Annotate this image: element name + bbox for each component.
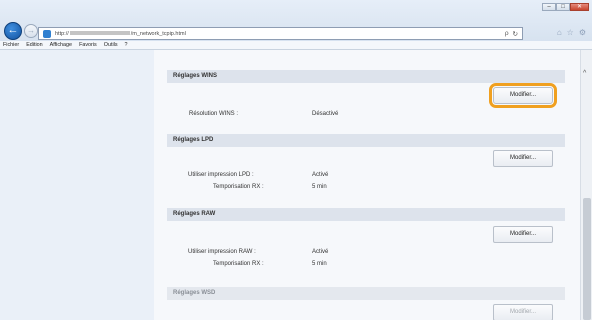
section-header-wins: Réglages WINS [167,70,565,83]
forward-arrow-icon[interactable]: → [24,24,38,38]
wins-resolution-label: Résolution WINS : [189,111,239,117]
scroll-up-arrow-icon[interactable]: ^ [583,70,586,77]
lpd-timeout-value: 5 min [312,184,327,190]
scrollbar-thumb[interactable] [583,198,591,320]
search-icon[interactable]: ρ [505,30,509,38]
browser-toolbar-icons: ⌂ ☆ ⚙ [557,28,586,37]
menu-bar: Fichier Edition Affichage Favoris Outils… [0,41,592,50]
back-arrow-icon[interactable]: ← [4,22,22,40]
lpd-modify-button[interactable]: Modifier... [493,150,553,167]
raw-timeout-value: 5 min [312,261,327,267]
close-button[interactable]: ✕ [570,3,589,11]
settings-page: Réglages WINS Modifier... Résolution WIN… [154,50,580,320]
refresh-icon[interactable]: ↻ [513,30,518,38]
minimize-button[interactable]: – [542,3,556,11]
navigation-buttons: ← → [4,22,38,40]
menu-item-fichier[interactable]: Fichier [3,41,19,49]
maximize-button[interactable]: □ [556,3,570,11]
address-bar[interactable]: http:///m_network_tcpip.html ρ ↻ [38,27,523,40]
address-url: http:///m_network_tcpip.html [55,30,186,37]
lpd-use-value: Activé [312,172,329,178]
section-header-raw: Réglages RAW [167,208,565,221]
menu-item-outils[interactable]: Outils [104,41,118,49]
browser-chrome: – □ ✕ ← → http:///m_network_tcpip.html ρ… [0,0,592,50]
wins-resolution-value: Désactivé [312,111,339,117]
menu-item-favoris[interactable]: Favoris [79,41,97,49]
menu-item-help[interactable]: ? [125,41,128,49]
section-header-wsd: Réglages WSD [167,287,565,300]
settings-gear-icon[interactable]: ⚙ [579,28,586,37]
raw-use-value: Activé [312,249,329,255]
lpd-use-label: Utiliser impression LPD : [188,172,254,178]
page-icon [43,29,51,38]
raw-modify-button[interactable]: Modifier... [493,226,553,243]
favorites-star-icon[interactable]: ☆ [567,28,574,37]
wins-modify-button[interactable]: Modifier... [489,83,557,108]
raw-use-label: Utiliser impression RAW : [188,249,256,255]
menu-item-affichage[interactable]: Affichage [50,41,72,49]
raw-timeout-label: Temporisation RX : [213,261,264,267]
window-controls: – □ ✕ [542,3,589,11]
wsd-modify-button[interactable]: Modifier... [493,304,553,320]
vertical-scrollbar[interactable]: ^ [580,50,592,320]
home-icon[interactable]: ⌂ [557,28,562,37]
section-header-lpd: Réglages LPD [167,134,565,147]
menu-item-edition[interactable]: Edition [26,41,42,49]
address-tools: ρ ↻ [505,30,518,38]
lpd-timeout-label: Temporisation RX : [213,184,264,190]
sidebar [0,50,154,320]
